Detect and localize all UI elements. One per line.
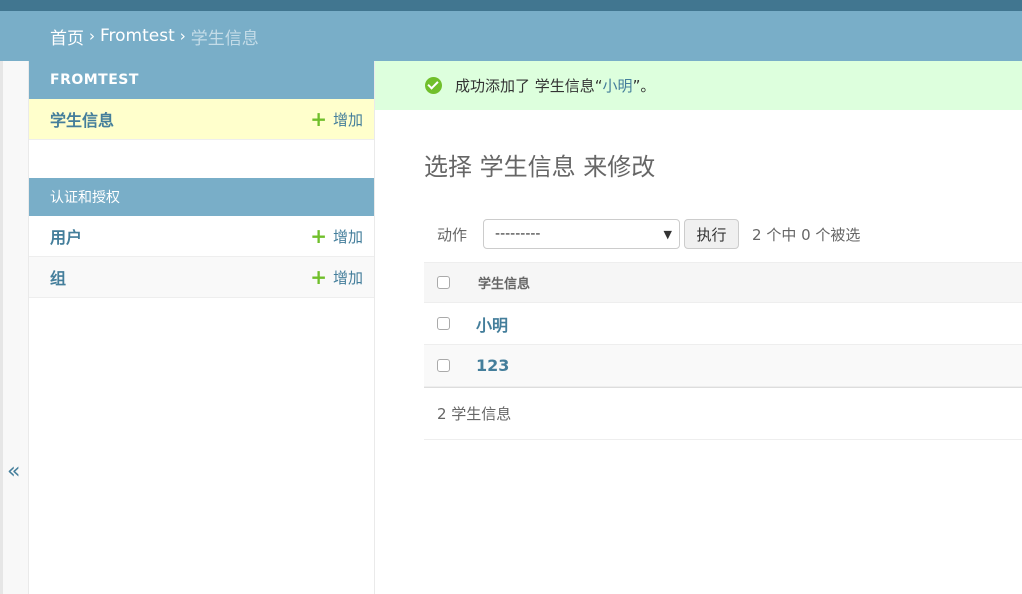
sidebar-item-student-info: 学生信息 + 增加 <box>29 99 374 140</box>
add-user-link[interactable]: + 增加 <box>310 226 363 247</box>
message-object-link[interactable]: 小明 <box>603 75 633 96</box>
model-link-users[interactable]: 用户 <box>50 224 82 248</box>
dropdown-arrow-icon: ▼ <box>663 227 673 241</box>
module-spacer <box>29 140 374 178</box>
model-link-groups[interactable]: 组 <box>50 265 66 289</box>
row-link[interactable]: 123 <box>476 356 509 375</box>
sidebar-item-groups: 组 + 增加 <box>29 257 374 298</box>
page-title: 选择 学生信息 来修改 <box>424 153 656 181</box>
sidebar: FROMTEST 学生信息 + 增加 认证和授权 用户 + 增加 组 + 增加 <box>29 61 375 594</box>
breadcrumb-home[interactable]: 首页 <box>50 24 84 49</box>
module-caption-auth[interactable]: 认证和授权 <box>29 178 374 216</box>
table-row: 123 <box>424 345 1022 387</box>
column-header-student-info[interactable]: 学生信息 <box>478 273 530 292</box>
paginator: 2 学生信息 <box>424 387 1022 440</box>
collapse-sidebar-icon[interactable]: « <box>7 459 20 484</box>
add-group-link[interactable]: + 增加 <box>310 267 363 288</box>
plus-icon: + <box>310 107 327 131</box>
sidebar-collapse-rail: « <box>0 61 29 594</box>
message-prefix: 成功添加了 学生信息“ <box>455 77 603 95</box>
module-caption-fromtest[interactable]: FROMTEST <box>29 61 374 99</box>
action-select-value: --------- <box>495 226 541 242</box>
add-label: 增加 <box>332 227 363 246</box>
add-label: 增加 <box>332 268 363 287</box>
table-row: 小明 <box>424 303 1022 345</box>
rail-edge <box>0 61 3 594</box>
sidebar-item-users: 用户 + 增加 <box>29 216 374 257</box>
row-checkbox[interactable] <box>437 359 450 372</box>
action-label: 动作 <box>437 225 468 244</box>
plus-icon: + <box>310 224 327 248</box>
go-button[interactable]: 执行 <box>684 219 740 249</box>
model-link-student-info[interactable]: 学生信息 <box>50 107 114 131</box>
success-check-icon <box>425 77 442 94</box>
selection-counter: 2 个中 0 个被选 <box>752 225 861 244</box>
actions-bar: 动作 --------- ▼ 执行 2 个中 0 个被选 <box>424 217 1022 251</box>
message-suffix: ”。 <box>632 77 656 95</box>
breadcrumb: 首页 › Fromtest › 学生信息 <box>0 11 1022 61</box>
breadcrumb-separator: › <box>179 27 186 45</box>
table-header: 学生信息 <box>424 262 1022 303</box>
results-table: 学生信息 小明 123 2 学生信息 <box>424 262 1022 440</box>
success-message: 成功添加了 学生信息“ 小明”。 <box>375 61 1022 110</box>
add-label: 增加 <box>332 110 363 129</box>
breadcrumb-separator: › <box>89 27 95 45</box>
breadcrumb-app[interactable]: Fromtest <box>100 26 175 46</box>
main-content: 成功添加了 学生信息“ 小明”。 选择 学生信息 来修改 动作 ---------… <box>375 61 1022 594</box>
add-student-info-link[interactable]: + 增加 <box>310 109 363 130</box>
header-bar <box>0 0 1022 11</box>
row-checkbox[interactable] <box>437 317 450 330</box>
breadcrumb-current: 学生信息 <box>190 28 259 49</box>
row-link[interactable]: 小明 <box>476 312 508 336</box>
select-all-checkbox[interactable] <box>437 276 450 289</box>
action-select[interactable]: --------- ▼ <box>483 219 681 249</box>
plus-icon: + <box>310 265 327 289</box>
